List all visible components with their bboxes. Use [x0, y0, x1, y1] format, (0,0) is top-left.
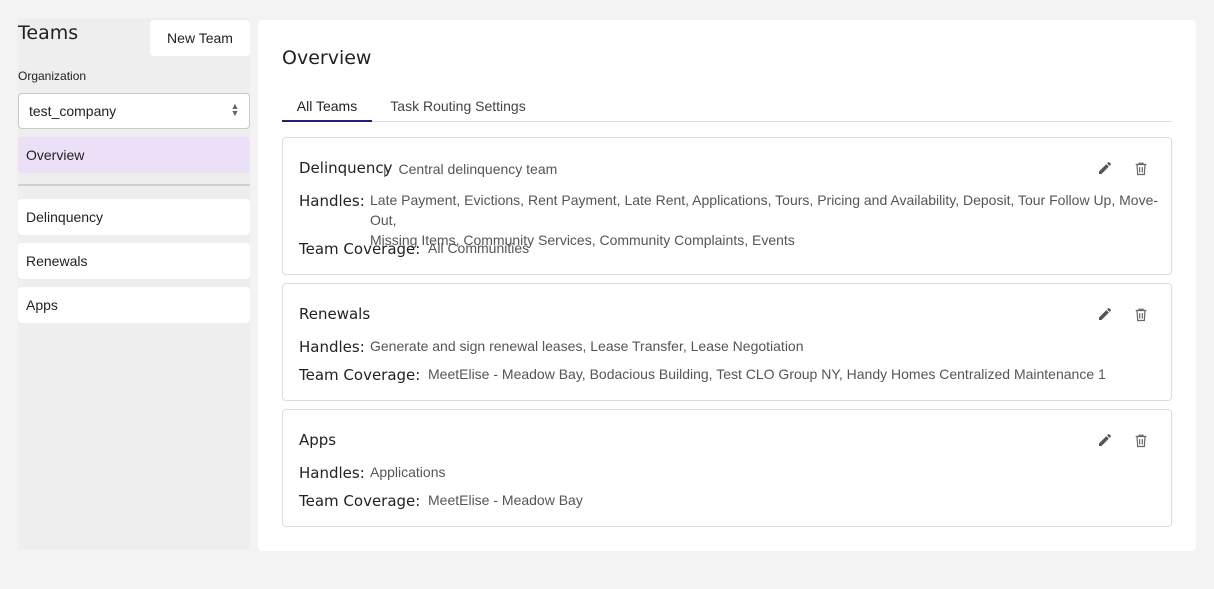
tab-task-routing-settings[interactable]: Task Routing Settings — [388, 94, 528, 122]
sidebar-item-label: Overview — [26, 147, 85, 163]
main-panel: Overview All Teams Task Routing Settings… — [258, 20, 1196, 551]
organization-select[interactable]: test_company ▲ ▼ — [18, 93, 250, 129]
edit-team-button[interactable] — [1095, 158, 1115, 178]
page-title: Overview — [282, 47, 372, 69]
coverage-label: Team Coverage: — [299, 240, 421, 258]
coverage-label: Team Coverage: — [299, 366, 421, 384]
sidebar: Teams New Team Organization test_company… — [18, 18, 250, 550]
sidebar-divider — [18, 184, 250, 186]
team-name: Renewals — [299, 305, 371, 323]
tab-bar: All Teams Task Routing Settings — [282, 94, 1172, 122]
team-name: Delinquency — [299, 159, 393, 177]
sidebar-item-delinquency[interactable]: Delinquency — [18, 199, 250, 235]
handles-label: Handles: — [299, 338, 365, 356]
team-card-delinquency: Delinquency | Central delinquency team H… — [282, 137, 1172, 275]
sidebar-item-overview[interactable]: Overview — [18, 137, 250, 173]
delete-team-button[interactable] — [1131, 304, 1151, 324]
coverage-value: All Communities — [428, 240, 530, 256]
handles-label: Handles: — [299, 464, 365, 482]
sidebar-item-renewals[interactable]: Renewals — [18, 243, 250, 279]
trash-icon — [1135, 308, 1147, 321]
coverage-label: Team Coverage: — [299, 492, 421, 510]
edit-team-button[interactable] — [1095, 304, 1115, 324]
coverage-value: MeetElise - Meadow Bay — [428, 492, 583, 508]
tab-all-teams[interactable]: All Teams — [282, 94, 372, 122]
coverage-value: MeetElise - Meadow Bay, Bodacious Buildi… — [428, 366, 1106, 382]
delete-team-button[interactable] — [1131, 430, 1151, 450]
new-team-button[interactable]: New Team — [150, 20, 250, 56]
sidebar-item-label: Renewals — [26, 253, 88, 269]
sidebar-item-label: Delinquency — [26, 209, 104, 225]
pencil-icon — [1099, 161, 1112, 174]
team-description: | Central delinquency team — [383, 161, 557, 177]
delete-team-button[interactable] — [1131, 158, 1151, 178]
pencil-icon — [1099, 433, 1112, 446]
team-description-text: Central delinquency team — [398, 161, 558, 177]
sidebar-title: Teams — [18, 22, 79, 44]
sidebar-item-label: Apps — [26, 297, 58, 313]
pencil-icon — [1099, 307, 1112, 320]
team-name: Apps — [299, 431, 337, 449]
sidebar-item-apps[interactable]: Apps — [18, 287, 250, 323]
edit-team-button[interactable] — [1095, 430, 1115, 450]
team-separator: | — [383, 161, 387, 177]
handles-value: Generate and sign renewal leases, Lease … — [370, 338, 804, 354]
handles-label: Handles: — [299, 192, 365, 210]
handles-value: Applications — [370, 464, 446, 480]
organization-label: Organization — [18, 69, 87, 83]
team-card-renewals: Renewals Handles: Generate and sign rene… — [282, 283, 1172, 401]
organization-value: test_company — [29, 103, 117, 119]
trash-icon — [1135, 434, 1147, 447]
trash-icon — [1135, 162, 1147, 175]
handles-line: Late Payment, Evictions, Rent Payment, L… — [370, 192, 1159, 228]
team-card-apps: Apps Handles: Applications Team Coverage… — [282, 409, 1172, 527]
chevron-updown-icon: ▲ ▼ — [230, 101, 240, 118]
